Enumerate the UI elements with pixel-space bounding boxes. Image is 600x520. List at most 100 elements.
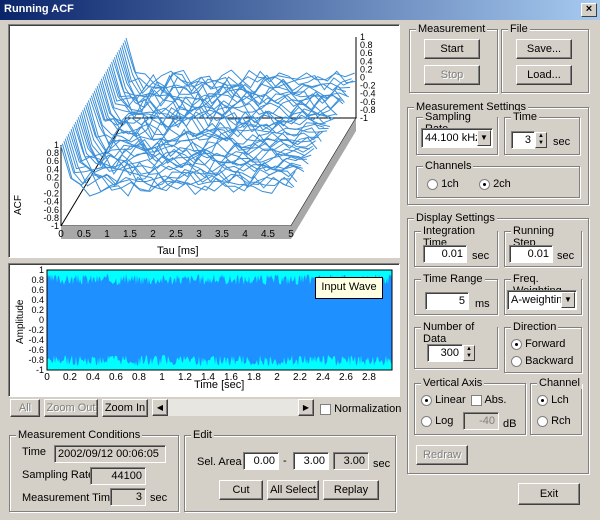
wave-x-tick-label: 0.6 <box>109 372 123 383</box>
ch2-radio-icon[interactable] <box>479 178 490 190</box>
abs-label: Abs. <box>484 394 507 406</box>
scroll-right-button[interactable]: ▶ <box>298 399 314 416</box>
chevron-down-icon[interactable]: ▼ <box>477 130 491 146</box>
acf-x-tick-label: 5 <box>288 229 294 240</box>
acf-x-tick-label: 1 <box>104 229 110 240</box>
channel-group: Channel Lch Rch <box>530 377 582 435</box>
log-radio[interactable]: Log <box>421 415 453 427</box>
all-select-button[interactable]: All Select <box>267 480 319 500</box>
time-range-group: Time Range 5 ms <box>414 273 498 315</box>
wave-y-tick-label: 1 <box>39 265 44 275</box>
sel-area-dash: - <box>283 455 287 467</box>
time-label: Time <box>511 111 540 123</box>
lch-radio[interactable]: Lch <box>537 394 569 406</box>
freq-weighting-group: Freq. Weighting A-weighting ▼ <box>504 273 582 315</box>
number-of-data-group: Number of Data 300 ▲ ▼ <box>414 321 498 369</box>
integration-time-input[interactable]: 0.01 <box>423 245 467 263</box>
edit-label: Edit <box>191 429 214 441</box>
linear-radio[interactable]: Linear <box>421 394 466 406</box>
wave-legend-label: Input Wave <box>321 281 377 293</box>
acf-x-tick-label: 3 <box>196 229 202 240</box>
wave-xlabel: Time [sec] <box>194 379 244 391</box>
forward-label: Forward <box>525 338 566 350</box>
mc-mtime-value: 3 <box>110 488 146 506</box>
freq-weighting-value: A-weighting <box>511 294 569 306</box>
horizontal-scrollbar[interactable]: ◀ ▶ <box>152 399 314 416</box>
save-button[interactable]: Save... <box>516 39 572 59</box>
stop-button[interactable]: Stop <box>424 65 480 85</box>
wave-y-tick-label: -0.2 <box>28 325 44 335</box>
log-db-input[interactable]: -40 <box>463 412 499 430</box>
channels-label: Channels <box>423 160 474 172</box>
acf-trace <box>121 45 352 98</box>
running-step-input[interactable]: 0.01 <box>509 245 553 263</box>
wave-x-tick-label: 0.4 <box>86 372 100 383</box>
abs-checkbox[interactable]: Abs. <box>471 394 506 406</box>
time-range-input[interactable]: 5 <box>425 292 469 310</box>
acf-xlabel: Tau [ms] <box>157 245 199 257</box>
replay-button[interactable]: Replay <box>323 480 379 500</box>
acf-trace <box>125 37 357 89</box>
linear-label: Linear <box>435 394 466 406</box>
ch2-radio[interactable]: 2ch <box>479 178 511 190</box>
wave-y-tick-label: -1 <box>36 365 44 375</box>
number-of-data-input[interactable]: 300 <box>427 344 463 362</box>
exit-button[interactable]: Exit <box>518 483 580 505</box>
number-of-data-stepper[interactable]: ▲ ▼ <box>463 345 475 361</box>
mc-time-label: Time <box>22 446 47 458</box>
time-stepper[interactable]: ▲ ▼ <box>535 132 547 148</box>
backward-radio-icon[interactable] <box>511 355 522 367</box>
mc-rate-label: Sampling Rate <box>22 469 95 481</box>
wave-ylabel: Amplitude <box>15 299 26 344</box>
acf-chart-panel: 1 0.8 0.6 0.4 0.2 0 -0.2 -0.4 -0.6 -0.8 -1 1 0.8 0.6… <box>8 24 400 258</box>
rch-radio-icon[interactable] <box>537 415 548 427</box>
acf-x-tick-label: 0.5 <box>77 229 91 240</box>
zoom-in-button[interactable]: Zoom In <box>102 399 148 417</box>
wave-y-tick-label: 0.8 <box>31 275 44 285</box>
redraw-button[interactable]: Redraw <box>416 445 468 465</box>
load-button[interactable]: Load... <box>516 65 572 85</box>
forward-radio[interactable]: Forward <box>511 338 565 350</box>
close-button[interactable]: × <box>581 3 597 17</box>
wave-x-tick-label: 2 <box>274 372 280 383</box>
measurement-conditions-group: Measurement Conditions Time 2002/09/12 0… <box>9 429 179 512</box>
acf-x-tick-label: 4 <box>242 229 248 240</box>
normalization-checkbox[interactable]: Normalization <box>320 403 401 415</box>
abs-check-icon[interactable] <box>471 394 482 406</box>
sampling-rate-select[interactable]: 44.100 kHz ▼ <box>421 128 493 148</box>
rch-label: Rch <box>551 415 571 427</box>
acf-chart: 10.80.60.40.20-0.2-0.4-0.6-0.8-1 10.80.6… <box>13 32 376 257</box>
lch-radio-icon[interactable] <box>537 394 548 406</box>
acf-x-tick-label: 3.5 <box>215 229 229 240</box>
start-button[interactable]: Start <box>424 39 480 59</box>
chevron-down-icon[interactable]: ▼ <box>561 292 575 308</box>
measurement-group: Measurement Start Stop <box>409 23 498 93</box>
wave-y-tick-label: 0.6 <box>31 285 44 295</box>
sel-area-to-input[interactable]: 3.00 <box>293 452 329 470</box>
wave-legend: Input Wave <box>315 277 383 299</box>
log-radio-icon[interactable] <box>421 415 432 427</box>
backward-radio[interactable]: Backward <box>511 355 573 367</box>
time-input[interactable]: 3 <box>511 131 535 149</box>
all-button[interactable]: All <box>10 399 40 417</box>
acf-trace <box>103 73 335 126</box>
scroll-left-button[interactable]: ◀ <box>152 399 168 416</box>
wave-y-tick-label: 0.4 <box>31 295 44 305</box>
ch1-radio[interactable]: 1ch <box>427 178 459 190</box>
forward-radio-icon[interactable] <box>511 338 522 350</box>
linear-radio-icon[interactable] <box>421 394 432 406</box>
wave-y-tick-label: -0.8 <box>28 355 44 365</box>
mc-mtime-label: Measurement Time <box>22 492 117 504</box>
normalization-label: Normalization <box>334 403 402 415</box>
integration-time-unit: sec <box>472 250 490 262</box>
rch-radio[interactable]: Rch <box>537 415 571 427</box>
freq-weighting-select[interactable]: A-weighting ▼ <box>507 290 577 310</box>
normalization-check-icon[interactable] <box>320 403 331 415</box>
zoom-out-button[interactable]: Zoom Out <box>44 399 98 417</box>
wave-y-tick-label: -0.4 <box>28 335 44 345</box>
cut-button[interactable]: Cut <box>219 480 263 500</box>
sel-area-from-input[interactable]: 0.00 <box>243 452 279 470</box>
running-step-unit: sec <box>557 250 575 262</box>
measurement-label: Measurement <box>416 23 488 35</box>
ch1-radio-icon[interactable] <box>427 178 438 190</box>
